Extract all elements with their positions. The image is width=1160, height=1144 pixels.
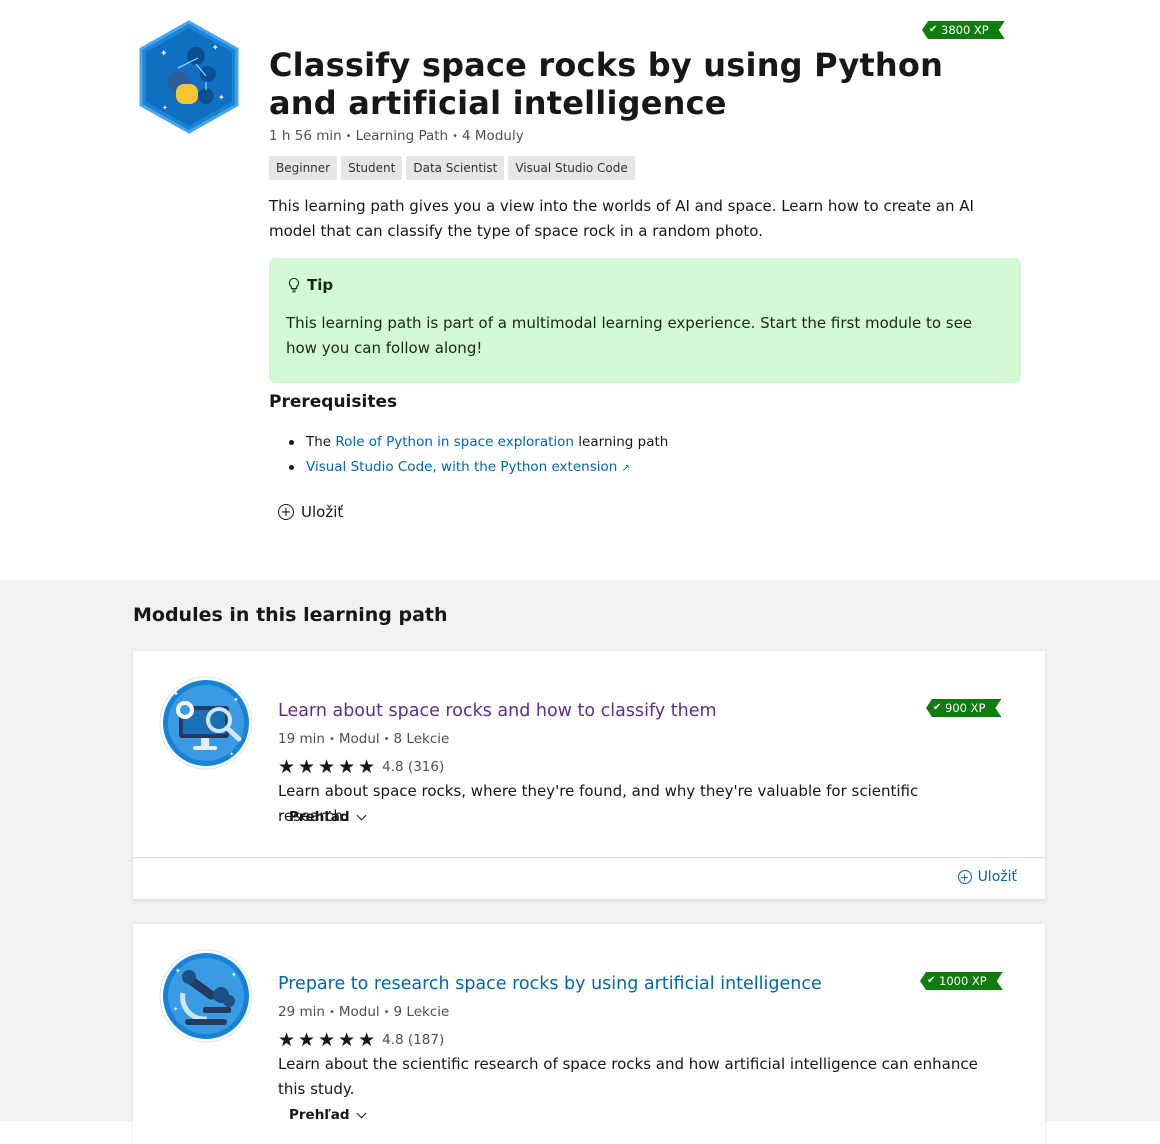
plus-circle-icon: + [957,870,972,884]
module-meta: 19 min • Modul • 8 Lekcie [278,731,450,747]
tip-callout: Tip This learning path is part of a mult… [269,258,1021,383]
space-rocks-module-icon: ✦ ✦ ✦ [159,676,253,770]
prerequisites-list: The Role of Python in space exploration … [289,430,668,481]
module-rating: ★★★★★ 4.8 (316) [278,756,445,778]
prerequisites-heading: Prerequisites [269,392,398,412]
star-icon: ★★★★★ [278,756,379,778]
list-item: Visual Studio Code, with the Python exte… [289,455,668,481]
modules-heading: Modules in this learning path [133,604,448,626]
overview-toggle[interactable]: Prehľad [289,809,367,825]
svg-text:✦: ✦ [173,690,179,698]
list-item: The Role of Python in space exploration … [289,430,668,455]
tip-body: This learning path is part of a multimod… [286,314,973,357]
module-rating: ★★★★★ 4.8 (187) [278,1029,445,1051]
svg-text:✦: ✦ [162,104,168,112]
xp-badge: ✔ 900 XP [926,699,1001,717]
learning-path-badge-icon: ✦ ✦ ✦ ✦ [139,20,239,134]
checkmark-icon: ✔ [933,702,942,713]
module-description: Learn about space rocks, where they're f… [278,782,919,825]
svg-text:✦: ✦ [173,1006,178,1013]
plus-circle-icon: + [278,504,294,520]
svg-text:✦: ✦ [175,967,181,975]
xp-badge: ✔ 3800 XP [922,21,1005,39]
save-button[interactable]: + Uložiť [957,869,1017,885]
card-footer: + Uložiť [133,857,1045,899]
module-description: Learn about the scientific research of s… [278,1055,978,1098]
svg-text:✦: ✦ [233,696,239,704]
tip-heading: Tip [286,276,1004,294]
xp-badge: ✔ 1000 XP [920,972,1003,990]
svg-text:✦: ✦ [229,751,234,758]
lightbulb-icon [288,277,300,293]
microscope-module-icon: ✦ ✦ ✦ [159,949,253,1043]
svg-text:✦: ✦ [212,43,219,52]
vscode-python-link[interactable]: Visual Studio Code, with the Python exte… [306,459,630,475]
svg-text:✦: ✦ [231,971,237,979]
module-meta: 29 min • Modul • 9 Lekcie [278,1004,450,1020]
module-card: ✦ ✦ ✦ Learn about space rocks and how to… [133,651,1045,899]
tag-list: Beginner Student Data Scientist Visual S… [269,156,635,180]
tag-visual-studio-code[interactable]: Visual Studio Code [508,156,635,180]
checkmark-icon: ✔ [927,975,936,986]
modules-section: Modules in this learning path ✦ ✦ ✦ Lear… [0,580,1160,1144]
chevron-down-icon [356,810,367,820]
tag-beginner[interactable]: Beginner [269,156,338,180]
external-link-icon: ↗ [621,463,630,474]
module-card: ✦ ✦ ✦ Prepare to research space rocks by… [133,924,1045,1144]
module-title-link[interactable]: Prepare to research space rocks by using… [278,974,822,994]
page-title: Classify space rocks by using Python and… [269,46,944,122]
role-of-python-link[interactable]: Role of Python in space exploration [335,434,574,450]
module-title-link[interactable]: Learn about space rocks and how to class… [278,701,717,721]
svg-text:✦: ✦ [160,49,168,59]
save-button[interactable]: + Uložiť [278,503,343,521]
tag-student[interactable]: Student [341,156,403,180]
checkmark-icon: ✔ [929,24,938,35]
chevron-down-icon [356,1108,367,1118]
star-icon: ★★★★★ [278,1029,379,1051]
tag-data-scientist[interactable]: Data Scientist [406,156,505,180]
header-section: ✦ ✦ ✦ ✦ ✔ 3800 XP Classify space rocks b… [0,0,1160,580]
svg-text:✦: ✦ [218,93,225,102]
path-meta: 1 h 56 min • Learning Path • 4 Moduly [269,128,524,144]
path-description: This learning path gives you a view into… [269,197,974,240]
